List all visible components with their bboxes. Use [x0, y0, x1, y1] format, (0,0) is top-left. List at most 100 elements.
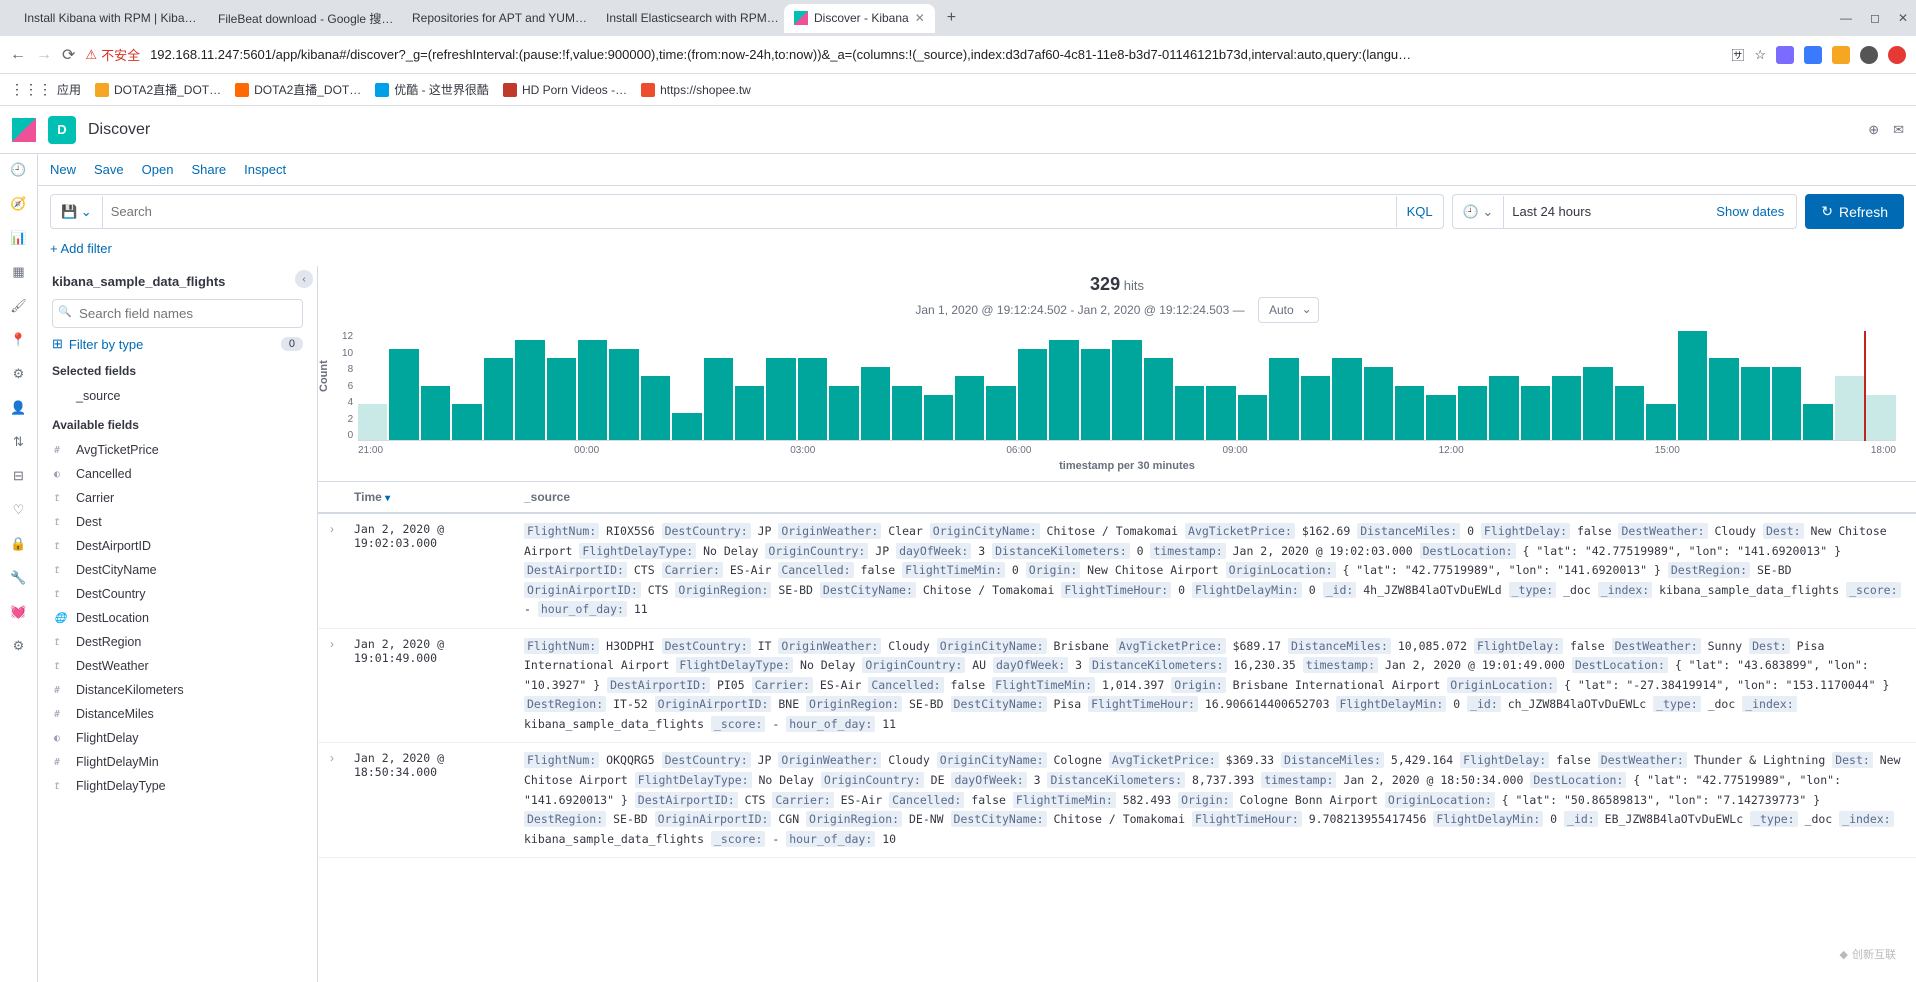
field-item[interactable]: #AvgTicketPrice	[52, 438, 303, 462]
chart-bar[interactable]	[1835, 376, 1864, 440]
avatar-icon[interactable]	[1860, 46, 1878, 64]
translate-icon[interactable]: 🈂	[1731, 45, 1744, 64]
kql-toggle[interactable]: KQL	[1396, 196, 1443, 227]
expand-row-icon[interactable]: ›	[330, 751, 334, 765]
forward-button[interactable]: →	[36, 46, 52, 64]
menu-save[interactable]: Save	[94, 162, 124, 177]
chart-bar[interactable]	[829, 386, 858, 441]
field-item[interactable]: #DistanceMiles	[52, 702, 303, 726]
extension-icon[interactable]	[1832, 46, 1850, 64]
nav-logs-icon[interactable]: ⇅	[13, 434, 24, 450]
chart-bar[interactable]	[1049, 340, 1078, 440]
chart-bar[interactable]	[1206, 386, 1235, 441]
apps-button[interactable]: ⋮⋮⋮ 应用	[10, 81, 81, 98]
nav-apm-icon[interactable]: ⊟	[13, 468, 24, 484]
field-item[interactable]: tFlightDelayType	[52, 774, 303, 798]
field-search-input[interactable]	[52, 299, 303, 328]
chart-bar[interactable]	[1489, 376, 1518, 440]
filter-by-type[interactable]: ⊞ Filter by type 0	[52, 336, 303, 352]
bookmark-item[interactable]: DOTA2直播_DOT…	[235, 81, 361, 98]
chart-bar[interactable]	[735, 386, 764, 441]
refresh-button[interactable]: ↻ Refresh	[1805, 194, 1904, 229]
chart-bar[interactable]	[924, 395, 953, 440]
field-item[interactable]: _source	[52, 384, 303, 408]
chart-bar[interactable]	[1552, 376, 1581, 440]
chart-bar[interactable]	[704, 358, 733, 440]
nav-siem-icon[interactable]: 🔒	[10, 536, 26, 552]
chart-bar[interactable]	[861, 367, 890, 440]
menu-open[interactable]: Open	[142, 162, 174, 177]
chart-bar[interactable]	[1238, 395, 1267, 440]
index-pattern-name[interactable]: kibana_sample_data_flights	[52, 274, 303, 289]
chart-bar[interactable]	[1458, 386, 1487, 441]
chart-bar[interactable]	[389, 349, 418, 440]
browser-tab[interactable]: Install Kibana with RPM | Kiba…✕	[8, 4, 198, 33]
search-input[interactable]	[103, 196, 1396, 227]
chart-bar[interactable]	[1175, 386, 1204, 441]
nav-recently-viewed-icon[interactable]: 🕘	[10, 162, 26, 178]
chart-bar[interactable]	[484, 358, 513, 440]
chart-bar[interactable]	[1395, 386, 1424, 441]
chart-bar[interactable]	[1018, 349, 1047, 440]
nav-management-icon[interactable]: ⚙	[13, 638, 25, 654]
saved-query-button[interactable]: 💾 ⌄	[51, 196, 103, 228]
quick-select-button[interactable]: 🕘 ⌄	[1453, 196, 1505, 228]
nav-visualize-icon[interactable]: 📊	[10, 230, 26, 246]
field-item[interactable]: tDestCityName	[52, 558, 303, 582]
chart-bar[interactable]	[986, 386, 1015, 441]
chart-bar[interactable]	[578, 340, 607, 440]
nav-monitoring-icon[interactable]: 💓	[10, 604, 26, 620]
mail-icon[interactable]: ✉	[1893, 122, 1904, 138]
chart-bar[interactable]	[1301, 376, 1330, 440]
security-warning[interactable]: ⚠ 不安全	[85, 45, 140, 64]
window-minimize[interactable]: —	[1840, 11, 1852, 25]
nav-discover-icon[interactable]: 🧭	[10, 196, 26, 212]
chart-bar[interactable]	[609, 349, 638, 440]
chart-bar[interactable]	[1144, 358, 1173, 440]
nav-maps-icon[interactable]: 📍	[10, 332, 26, 348]
chart-bar[interactable]	[1615, 386, 1644, 441]
browser-tab[interactable]: Discover - Kibana✕	[784, 4, 935, 33]
nav-ml-icon[interactable]: ⚙	[13, 366, 25, 382]
chart-bar[interactable]	[766, 358, 795, 440]
menu-inspect[interactable]: Inspect	[244, 162, 286, 177]
field-item[interactable]: tDestWeather	[52, 654, 303, 678]
star-icon[interactable]: ☆	[1754, 47, 1766, 63]
reload-button[interactable]: ⟳	[62, 45, 75, 65]
nav-devtools-icon[interactable]: 🔧	[10, 570, 26, 586]
interval-select[interactable]: Auto	[1258, 297, 1319, 323]
nav-metrics-icon[interactable]: 👤	[10, 400, 26, 416]
bookmark-item[interactable]: HD Porn Videos -…	[503, 81, 627, 98]
field-item[interactable]: 🌐DestLocation	[52, 606, 303, 630]
extension-icon[interactable]	[1804, 46, 1822, 64]
field-item[interactable]: #FlightDelayMin	[52, 750, 303, 774]
add-filter-button[interactable]: + Add filter	[50, 241, 112, 256]
chart-bar[interactable]	[641, 376, 670, 440]
kibana-logo-icon[interactable]	[12, 118, 36, 142]
show-dates-link[interactable]: Show dates	[1704, 196, 1796, 227]
bookmark-item[interactable]: DOTA2直播_DOT…	[95, 81, 221, 98]
menu-share[interactable]: Share	[191, 162, 226, 177]
tab-close-icon[interactable]: ✕	[915, 11, 925, 25]
chart-bar[interactable]	[1646, 404, 1675, 440]
chart-bar[interactable]	[672, 413, 701, 440]
window-close[interactable]: ✕	[1898, 11, 1908, 25]
newsfeed-icon[interactable]: ⊕	[1868, 122, 1879, 138]
extension-icon[interactable]	[1888, 46, 1906, 64]
browser-tab[interactable]: Install Elasticsearch with RPM…✕	[590, 4, 780, 33]
column-time[interactable]: Time ▾	[354, 490, 524, 504]
nav-uptime-icon[interactable]: ♡	[13, 502, 25, 518]
field-item[interactable]: #DistanceKilometers	[52, 678, 303, 702]
chart-bar[interactable]	[1772, 367, 1801, 440]
chart-bar[interactable]	[1332, 358, 1361, 440]
extension-icon[interactable]	[1776, 46, 1794, 64]
chart-bar[interactable]	[1364, 367, 1393, 440]
chart-bar[interactable]	[1112, 340, 1141, 440]
chart-bar[interactable]	[1521, 386, 1550, 441]
chart-bar[interactable]	[1081, 349, 1110, 440]
chart-bar[interactable]	[1583, 367, 1612, 440]
window-maximize[interactable]: ◻	[1870, 11, 1880, 25]
field-item[interactable]: tDestRegion	[52, 630, 303, 654]
collapse-sidebar-icon[interactable]: ‹	[295, 270, 313, 288]
bookmark-item[interactable]: 优酷 - 这世界很酷	[375, 81, 489, 98]
